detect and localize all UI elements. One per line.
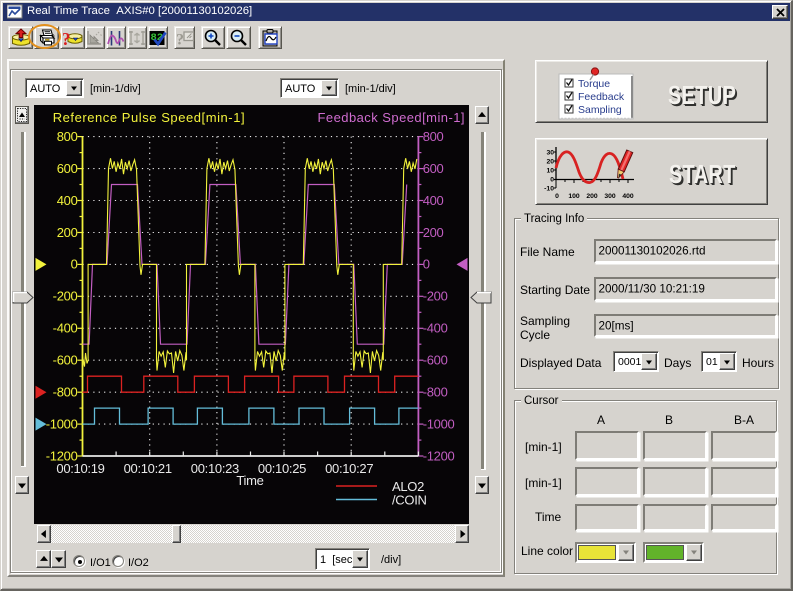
svg-text:-800: -800	[423, 385, 448, 400]
svg-text:200: 200	[423, 225, 444, 240]
svg-text:-10: -10	[544, 186, 554, 193]
svg-text:100: 100	[568, 193, 580, 200]
svg-text:200: 200	[586, 193, 598, 200]
svg-text:-200: -200	[53, 289, 78, 304]
svg-text:Torque: Torque	[578, 78, 610, 90]
svg-text:-400: -400	[53, 321, 78, 336]
svg-text:Reference Pulse Speed[min-1]: Reference Pulse Speed[min-1]	[53, 110, 245, 125]
svg-text:00:10:21: 00:10:21	[124, 461, 172, 476]
svg-text:800: 800	[57, 129, 78, 144]
svg-text:300: 300	[604, 193, 616, 200]
svg-text:0: 0	[423, 257, 430, 272]
svg-text:-1000: -1000	[423, 416, 455, 431]
svg-text:0: 0	[550, 177, 554, 184]
svg-text:00:10:19: 00:10:19	[56, 461, 104, 476]
svg-text:Sampling: Sampling	[578, 104, 622, 116]
svg-text:/COIN: /COIN	[392, 493, 427, 508]
svg-text:800: 800	[423, 129, 444, 144]
svg-text:30: 30	[546, 150, 554, 157]
svg-text:-600: -600	[53, 353, 78, 368]
svg-text:-800: -800	[53, 385, 78, 400]
svg-text:Feedback: Feedback	[578, 91, 625, 103]
svg-text:-1200: -1200	[423, 448, 455, 463]
svg-text:400: 400	[57, 193, 78, 208]
svg-text:?: ?	[176, 31, 184, 47]
svg-text:0: 0	[71, 257, 78, 272]
svg-text:0: 0	[555, 193, 559, 200]
svg-text:200: 200	[57, 225, 78, 240]
svg-text:10: 10	[546, 168, 554, 175]
svg-text:00:10:23: 00:10:23	[191, 461, 239, 476]
svg-text:400: 400	[423, 193, 444, 208]
svg-text:600: 600	[57, 161, 78, 176]
svg-text:?: ?	[63, 29, 71, 48]
svg-text:-200: -200	[423, 289, 448, 304]
svg-text:Time: Time	[236, 473, 263, 488]
svg-text:Feedback Speed[min-1]: Feedback Speed[min-1]	[318, 110, 465, 125]
svg-text:20: 20	[546, 159, 554, 166]
svg-text:600: 600	[423, 161, 444, 176]
svg-text:-400: -400	[423, 321, 448, 336]
svg-text:-1000: -1000	[46, 416, 78, 431]
svg-text:400: 400	[622, 193, 634, 200]
svg-text:00:10:25: 00:10:25	[258, 461, 306, 476]
svg-text:-600: -600	[423, 353, 448, 368]
svg-text:00:10:27: 00:10:27	[325, 461, 373, 476]
